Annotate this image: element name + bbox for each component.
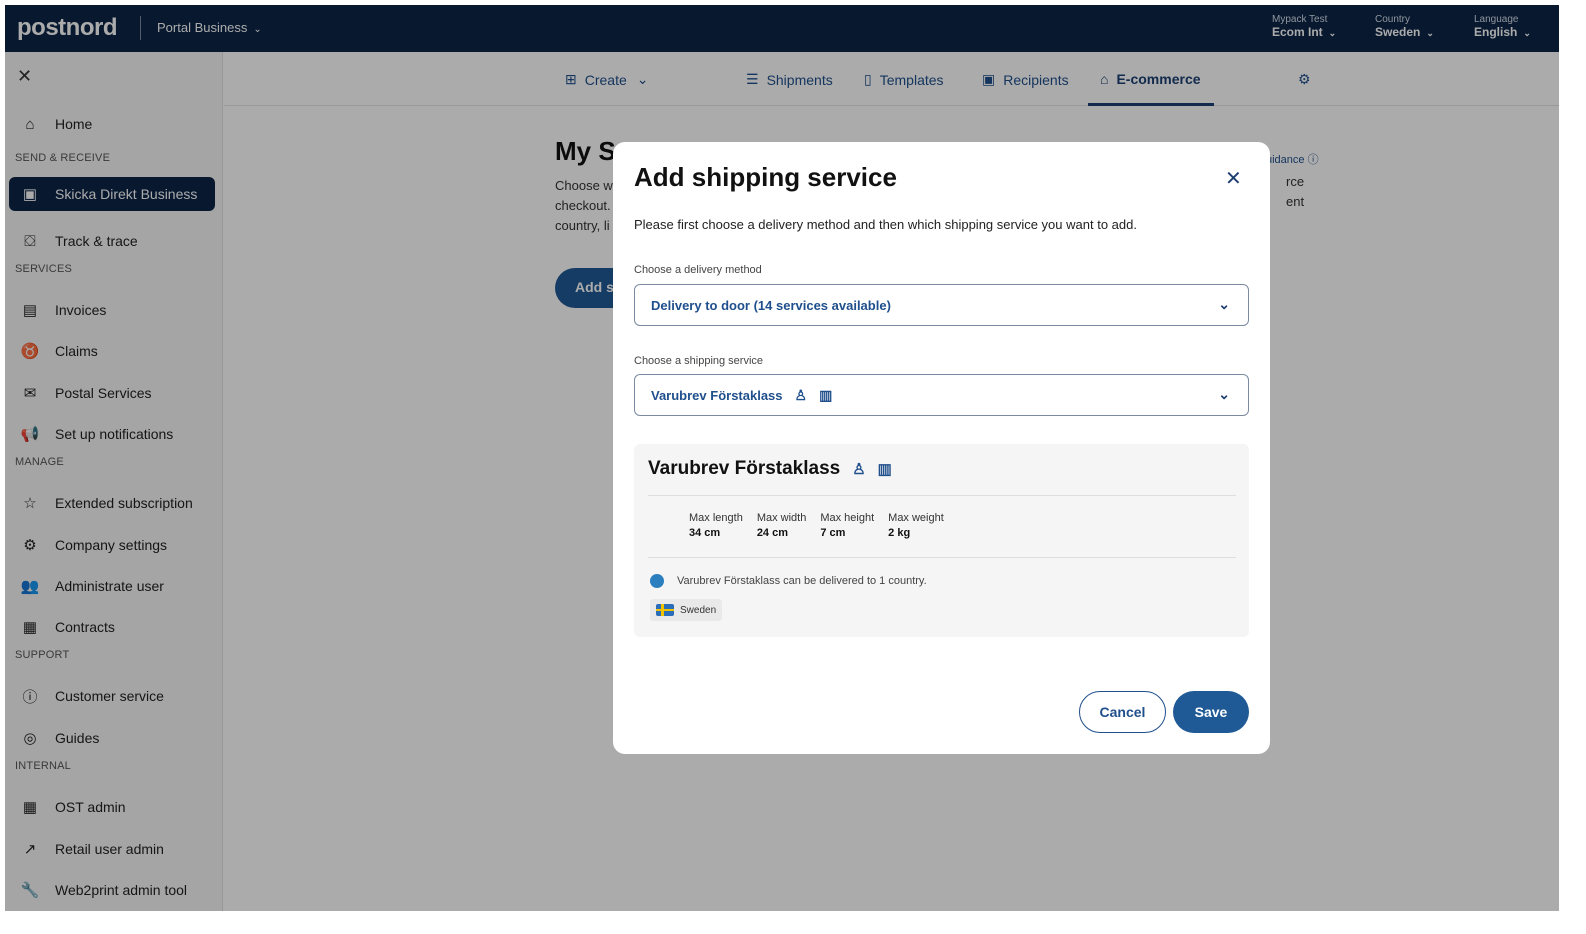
globe-icon	[650, 574, 664, 588]
divider	[648, 557, 1236, 558]
app-window: postnord Portal Business ⌄ Mypack Test Ec…	[5, 5, 1559, 911]
shipping-service-select[interactable]: Varubrev Förstaklass ♙ ▥ ⌄	[634, 374, 1249, 416]
country-chip-label: Sweden	[680, 604, 717, 616]
dimension-value: 2 kg	[888, 527, 911, 539]
divider	[648, 495, 1236, 496]
person-icon: ♙	[794, 386, 808, 403]
delivery-countries-note: Varubrev Förstaklass can be delivered to…	[677, 575, 927, 587]
dimension-label: Max height	[820, 512, 875, 524]
service-name: Varubrev Förstaklass	[648, 458, 841, 479]
delivery-method-label: Choose a delivery method	[634, 264, 762, 276]
dimension-value: 24 cm	[756, 527, 789, 539]
shipping-service-value: Varubrev Förstaklass	[651, 387, 783, 403]
person-icon: ♙	[852, 461, 866, 478]
dimension-label: Max width	[756, 512, 807, 524]
close-icon[interactable]: ✕	[1225, 166, 1242, 191]
add-shipping-service-dialog: Add shipping service ✕ Please first choo…	[613, 142, 1270, 754]
dimensions-list: Max length 34 cm Max width 24 cm Max heigh…	[689, 512, 944, 539]
building-icon: ▥	[877, 461, 892, 478]
cancel-button[interactable]: Cancel	[1079, 691, 1166, 733]
building-icon: ▥	[819, 386, 833, 403]
dimension-max-weight: Max weight 2 kg	[888, 512, 944, 539]
dimension-value: 34 cm	[689, 527, 721, 539]
dimension-label: Max weight	[888, 512, 944, 524]
dimension-max-length: Max length 34 cm	[689, 512, 743, 539]
chevron-down-icon: ⌄	[1218, 386, 1230, 402]
shipping-service-label: Choose a shipping service	[634, 355, 764, 367]
service-title: Varubrev Förstaklass ♙ ▥	[648, 458, 892, 480]
dimension-max-width: Max width 24 cm	[757, 512, 807, 539]
country-chip: Sweden	[650, 599, 723, 621]
delivery-method-value: Delivery to door (14 services available)	[651, 297, 891, 313]
chevron-down-icon: ⌄	[1218, 296, 1230, 312]
service-details-card: Varubrev Förstaklass ♙ ▥ Max length 34 cm…	[634, 444, 1249, 637]
dimension-value: 7 cm	[820, 527, 846, 539]
sweden-flag-icon	[656, 604, 674, 616]
save-button[interactable]: Save	[1173, 691, 1249, 733]
dimension-label: Max length	[689, 512, 743, 524]
dialog-title: Add shipping service	[634, 162, 897, 192]
delivery-method-select[interactable]: Delivery to door (14 services available)…	[634, 284, 1249, 326]
dialog-intro: Please first choose a delivery method an…	[634, 217, 1137, 232]
dimension-max-height: Max height 7 cm	[820, 512, 874, 539]
